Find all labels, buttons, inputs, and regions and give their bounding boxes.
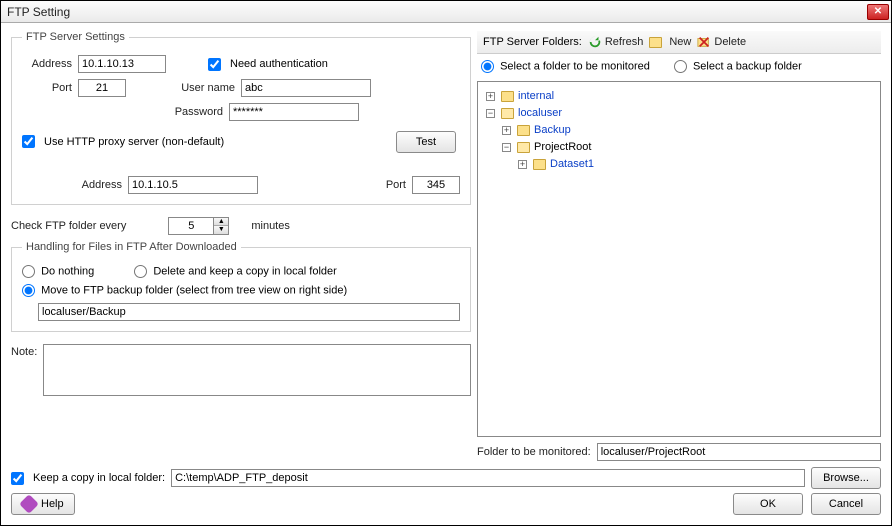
- check-interval-spinner[interactable]: ▲▼: [168, 217, 229, 235]
- radio-backup[interactable]: Select a backup folder: [674, 60, 802, 73]
- expander-icon[interactable]: +: [502, 126, 511, 135]
- backup-path-input[interactable]: [38, 303, 460, 321]
- need-auth-checkbox[interactable]: [208, 58, 221, 71]
- note-label: Note:: [11, 344, 37, 358]
- ok-button[interactable]: OK: [733, 493, 803, 515]
- tree-item-localuser[interactable]: −localuser +Backup −ProjectRoot +Dataset…: [486, 105, 876, 173]
- titlebar: FTP Setting ✕: [1, 1, 891, 23]
- check-interval-input[interactable]: [168, 217, 214, 235]
- check-interval-suffix: minutes: [251, 220, 290, 232]
- expander-icon[interactable]: −: [502, 143, 511, 152]
- content-area: FTP Server Settings Address Need authent…: [1, 23, 891, 467]
- server-settings-legend: FTP Server Settings: [22, 31, 129, 43]
- handling-legend: Handling for Files in FTP After Download…: [22, 241, 241, 253]
- ftp-setting-dialog: FTP Setting ✕ FTP Server Settings Addres…: [0, 0, 892, 526]
- tree-item-backup[interactable]: +Backup: [502, 122, 876, 139]
- handling-opt-move[interactable]: Move to FTP backup folder (select from t…: [22, 284, 347, 297]
- note-row: Note:: [11, 344, 471, 396]
- window-title: FTP Setting: [7, 5, 867, 19]
- new-button[interactable]: New: [649, 36, 691, 48]
- handling-opt-nothing[interactable]: Do nothing: [22, 265, 94, 278]
- username-input[interactable]: [241, 79, 371, 97]
- use-proxy-checkbox[interactable]: [22, 135, 35, 148]
- right-panel: FTP Server Folders: Refresh New Delete S…: [477, 31, 881, 461]
- delete-icon: [697, 35, 711, 49]
- tree-item-internal[interactable]: +internal: [486, 88, 876, 105]
- radio-monitor[interactable]: Select a folder to be monitored: [481, 60, 650, 73]
- folders-toolbar: FTP Server Folders: Refresh New Delete: [477, 31, 881, 54]
- browse-button[interactable]: Browse...: [811, 467, 881, 489]
- spinner-arrows[interactable]: ▲▼: [214, 217, 229, 235]
- proxy-address-label: Address: [22, 179, 122, 191]
- tree-item-projectroot[interactable]: −ProjectRoot +Dataset1: [502, 139, 876, 173]
- handling-group: Handling for Files in FTP After Download…: [11, 241, 471, 332]
- help-icon: [19, 494, 39, 514]
- port-input[interactable]: [78, 79, 126, 97]
- need-auth-label: Need authentication: [230, 58, 328, 70]
- keep-copy-checkbox[interactable]: [11, 472, 24, 485]
- monitor-path-row: Folder to be monitored:: [477, 443, 881, 461]
- tree-item-dataset1[interactable]: +Dataset1: [518, 156, 876, 173]
- folder-tree[interactable]: +internal −localuser +Backup −ProjectRoo…: [477, 81, 881, 437]
- username-label: User name: [173, 82, 235, 94]
- folder-icon: [533, 159, 546, 170]
- folder-icon: [517, 125, 530, 136]
- refresh-button[interactable]: Refresh: [588, 35, 644, 49]
- proxy-port-input[interactable]: [412, 176, 460, 194]
- port-label: Port: [22, 82, 72, 94]
- monitor-path-label: Folder to be monitored:: [477, 446, 591, 458]
- monitor-path-input[interactable]: [597, 443, 881, 461]
- use-proxy-label: Use HTTP proxy server (non-default): [44, 136, 224, 148]
- folder-open-icon: [517, 142, 530, 153]
- cancel-button[interactable]: Cancel: [811, 493, 881, 515]
- test-button[interactable]: Test: [396, 131, 456, 153]
- password-input[interactable]: [229, 103, 359, 121]
- keep-copy-label: Keep a copy in local folder:: [33, 472, 165, 484]
- left-panel: FTP Server Settings Address Need authent…: [11, 31, 471, 461]
- help-button[interactable]: Help: [11, 493, 75, 515]
- proxy-address-input[interactable]: [128, 176, 258, 194]
- server-settings-group: FTP Server Settings Address Need authent…: [11, 31, 471, 205]
- proxy-port-label: Port: [386, 179, 406, 191]
- folder-mode-radios: Select a folder to be monitored Select a…: [477, 54, 881, 81]
- dialog-footer: Help OK Cancel: [1, 489, 891, 525]
- password-label: Password: [161, 106, 223, 118]
- expander-icon[interactable]: +: [518, 160, 527, 169]
- note-textarea[interactable]: [43, 344, 471, 396]
- folder-icon: [501, 91, 514, 102]
- expander-icon[interactable]: +: [486, 92, 495, 101]
- address-input[interactable]: [78, 55, 166, 73]
- handling-opt-delete[interactable]: Delete and keep a copy in local folder: [134, 265, 337, 278]
- folder-open-icon: [501, 108, 514, 119]
- expander-icon[interactable]: −: [486, 109, 495, 118]
- close-button[interactable]: ✕: [867, 4, 889, 20]
- folder-new-icon: [649, 37, 662, 48]
- check-interval-prefix: Check FTP folder every: [11, 220, 126, 232]
- check-interval-row: Check FTP folder every ▲▼ minutes: [11, 217, 471, 235]
- keep-copy-path-input[interactable]: [171, 469, 805, 487]
- refresh-icon: [588, 35, 602, 49]
- delete-button[interactable]: Delete: [697, 35, 746, 49]
- folders-label: FTP Server Folders:: [483, 36, 582, 48]
- address-label: Address: [22, 58, 72, 70]
